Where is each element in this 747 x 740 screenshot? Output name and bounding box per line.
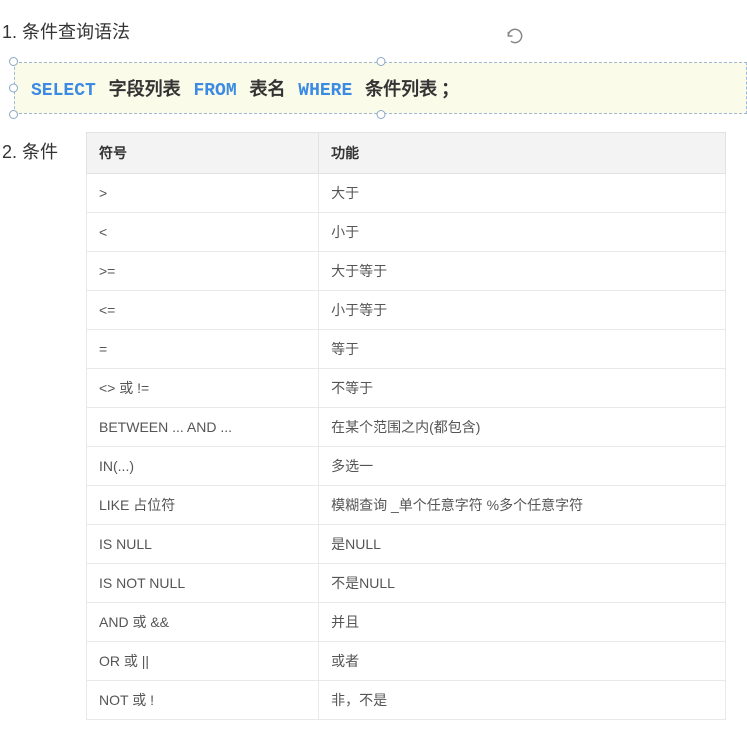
table-cell-function: 并且 [319,603,726,642]
table-cell-function: 非，不是 [319,681,726,720]
token-semicolon: ； [441,81,459,101]
token-fields: 字段列表 [109,81,181,101]
table-cell-function: 等于 [319,330,726,369]
table-cell-symbol: = [87,330,319,369]
table-cell-function: 小于等于 [319,291,726,330]
table-row: IN(...)多选一 [87,447,726,486]
table-header-function: 功能 [319,133,726,174]
table-cell-function: 不等于 [319,369,726,408]
table-row: >大于 [87,174,726,213]
table-header-row: 符号 功能 [87,133,726,174]
code-block-selection[interactable]: SELECT 字段列表 FROM 表名 WHERE 条件列表； [14,62,747,114]
selection-handle-mid-left-icon[interactable] [9,84,18,93]
table-row: LIKE 占位符模糊查询 _单个任意字符 %多个任意字符 [87,486,726,525]
table-cell-function: 小于 [319,213,726,252]
table-cell-symbol: AND 或 && [87,603,319,642]
selection-handle-bottom-left-icon[interactable] [9,110,18,119]
section2-title: 2. 条件 [2,138,66,164]
selection-handle-bottom-mid-icon[interactable] [376,110,385,119]
conditions-table: 符号 功能 >大于<小于>=大于等于<=小于等于=等于<> 或 !=不等于BET… [86,132,726,720]
table-cell-function: 模糊查询 _单个任意字符 %多个任意字符 [319,486,726,525]
table-row: <=小于等于 [87,291,726,330]
table-cell-symbol: BETWEEN ... AND ... [87,408,319,447]
table-row: =等于 [87,330,726,369]
table-cell-function: 在某个范围之内(都包含) [319,408,726,447]
keyword-from: FROM [193,81,236,101]
table-row: NOT 或 !非，不是 [87,681,726,720]
sql-syntax-code: SELECT 字段列表 FROM 表名 WHERE 条件列表； [14,62,747,114]
table-row: >=大于等于 [87,252,726,291]
table-cell-symbol: IS NOT NULL [87,564,319,603]
table-cell-symbol: OR 或 || [87,642,319,681]
keyword-where: WHERE [298,81,352,101]
table-cell-function: 多选一 [319,447,726,486]
refresh-icon [505,26,525,51]
table-cell-function: 大于等于 [319,252,726,291]
table-header-symbol: 符号 [87,133,319,174]
token-table: 表名 [249,81,285,101]
table-cell-symbol: IN(...) [87,447,319,486]
table-row: IS NOT NULL不是NULL [87,564,726,603]
selection-handle-top-mid-icon[interactable] [376,57,385,66]
table-row: IS NULL是NULL [87,525,726,564]
table-cell-symbol: > [87,174,319,213]
table-cell-symbol: >= [87,252,319,291]
table-cell-function: 是NULL [319,525,726,564]
section1-title: 1. 条件查询语法 [2,18,747,44]
selection-handle-top-left-icon[interactable] [9,57,18,66]
table-row: BETWEEN ... AND ...在某个范围之内(都包含) [87,408,726,447]
table-cell-symbol: <= [87,291,319,330]
table-cell-symbol: NOT 或 ! [87,681,319,720]
table-cell-symbol: IS NULL [87,525,319,564]
keyword-select: SELECT [31,81,96,101]
table-cell-symbol: < [87,213,319,252]
token-condition: 条件列表 [365,81,437,101]
table-cell-symbol: <> 或 != [87,369,319,408]
table-row: <> 或 !=不等于 [87,369,726,408]
table-cell-function: 大于 [319,174,726,213]
table-row: <小于 [87,213,726,252]
table-row: AND 或 &&并且 [87,603,726,642]
table-cell-function: 不是NULL [319,564,726,603]
table-cell-symbol: LIKE 占位符 [87,486,319,525]
table-row: OR 或 ||或者 [87,642,726,681]
table-cell-function: 或者 [319,642,726,681]
